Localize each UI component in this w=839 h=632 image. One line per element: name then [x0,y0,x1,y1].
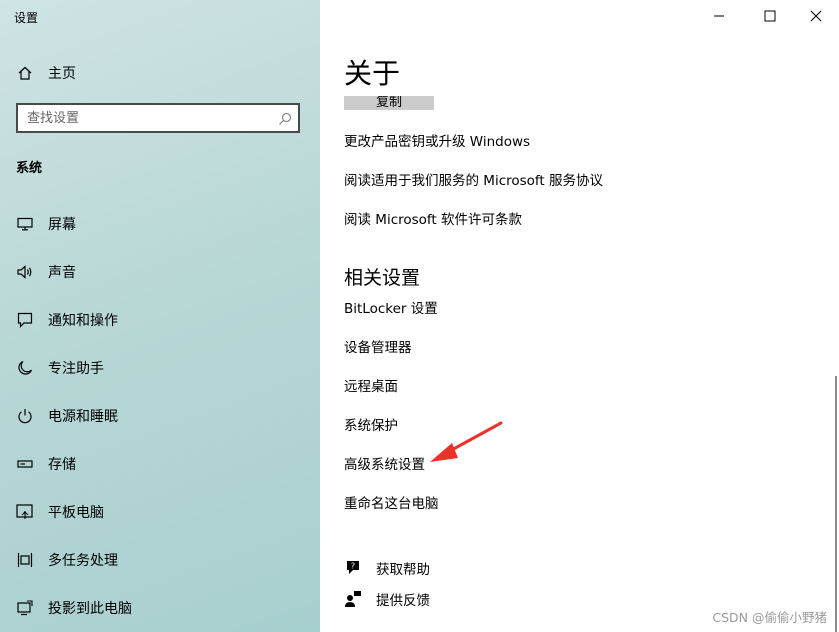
main-panel: 关于 复制 更改产品密钥或升级 Windows 阅读适用于我们服务的 Micro… [320,0,839,632]
service-agreement-link[interactable]: 阅读适用于我们服务的 Microsoft 服务协议 [344,169,603,189]
sidebar-item-power[interactable]: 电源和睡眠 [0,396,320,436]
search-icon[interactable] [278,111,292,125]
sidebar-item-label: 屏幕 [48,217,76,233]
sidebar-item-label: 专注助手 [48,361,104,377]
search-input[interactable] [18,105,277,131]
page-title: 关于 [344,57,401,90]
maximize-icon [764,10,776,22]
sidebar-item-label: 投影到此电脑 [48,601,132,617]
bitlocker-settings-link[interactable]: BitLocker 设置 [344,297,438,317]
feedback-icon [344,590,362,608]
sidebar-item-label: 多任务处理 [48,553,118,569]
minimize-button[interactable] [696,0,742,32]
sidebar-item-project[interactable]: 投影到此电脑 [0,588,320,628]
tablet-icon [16,503,34,521]
get-help-link[interactable]: ? 获取帮助 [344,557,430,579]
notification-icon [16,311,34,329]
close-icon [810,10,822,22]
change-product-key-link[interactable]: 更改产品密钥或升级 Windows [344,130,530,150]
advanced-system-settings-link[interactable]: 高级系统设置 [344,453,425,473]
home-icon [16,64,34,82]
maximize-button[interactable] [747,0,793,32]
moon-icon [16,359,34,377]
sidebar-item-label: 存储 [48,457,76,473]
sidebar-item-label: 平板电脑 [48,505,104,521]
monitor-icon [16,215,34,233]
related-settings-heading: 相关设置 [344,267,421,289]
project-icon [16,599,34,617]
system-protection-link[interactable]: 系统保护 [344,414,398,434]
sidebar-item-storage[interactable]: 存储 [0,444,320,484]
sidebar-item-label: 电源和睡眠 [48,409,118,425]
sidebar-item-multitasking[interactable]: 多任务处理 [0,540,320,580]
minimize-icon [714,15,724,17]
search-field[interactable] [16,103,300,133]
device-manager-link[interactable]: 设备管理器 [344,336,412,356]
feedback-label: 提供反馈 [376,593,430,609]
rename-pc-link[interactable]: 重命名这台电脑 [344,492,439,512]
app-title: 设置 [14,11,39,25]
scrollbar[interactable] [835,376,837,632]
feedback-link[interactable]: 提供反馈 [344,588,430,610]
sidebar-item-label: 主页 [48,66,76,82]
sidebar-item-notifications[interactable]: 通知和操作 [0,300,320,340]
sidebar-item-tablet[interactable]: 平板电脑 [0,492,320,532]
copy-button[interactable]: 复制 [344,96,434,110]
license-terms-link[interactable]: 阅读 Microsoft 软件许可条款 [344,208,522,228]
sidebar-item-label: 声音 [48,265,76,281]
sidebar-item-focus-assist[interactable]: 专注助手 [0,348,320,388]
remote-desktop-link[interactable]: 远程桌面 [344,375,398,395]
get-help-label: 获取帮助 [376,562,430,578]
close-button[interactable] [793,0,839,32]
speaker-icon [16,263,34,281]
sidebar-item-home[interactable]: 主页 [0,53,320,93]
section-label: 系统 [16,161,43,176]
watermark: CSDN @偷偷小野猪 [712,610,827,625]
svg-text:?: ? [351,562,355,571]
sidebar-item-display[interactable]: 屏幕 [0,204,320,244]
help-icon: ? [344,559,362,577]
sidebar-item-sound[interactable]: 声音 [0,252,320,292]
sidebar-item-label: 通知和操作 [48,313,118,329]
power-icon [16,407,34,425]
storage-icon [16,455,34,473]
multitask-icon [16,551,34,569]
sidebar: 设置 主页 系统 屏幕 声音 通知和操作 专注助手 [0,0,320,632]
